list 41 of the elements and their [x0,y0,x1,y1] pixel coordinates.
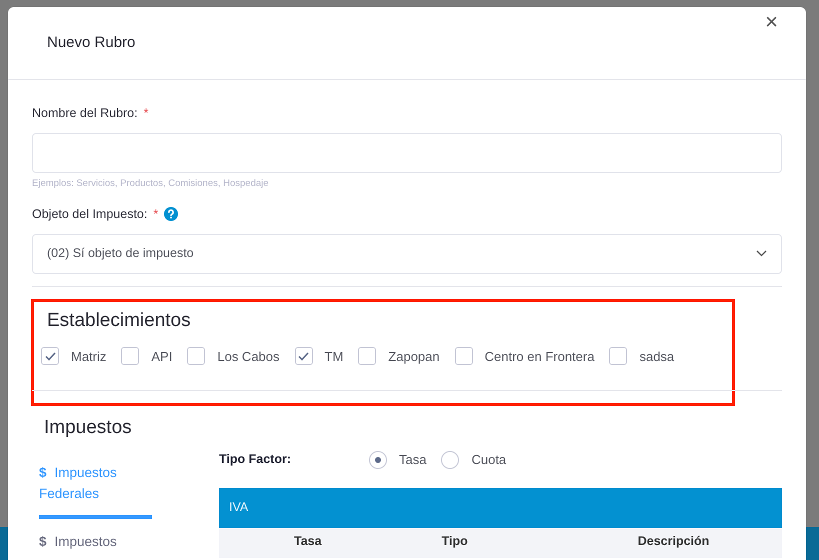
checkbox-label: TM [324,348,344,366]
checkbox[interactable] [187,347,206,366]
column-header: Descripción [638,532,710,550]
field-label: Nombre del Rubro: [32,105,138,122]
checkmark-icon [298,352,310,361]
required-mark: * [144,105,148,122]
checkbox-label: Matriz [71,348,106,366]
checkmark-icon [44,352,56,361]
help-icon[interactable] [164,207,178,222]
chevron-down-icon [756,250,767,258]
modal-title: Nuevo Rubro [47,34,136,52]
checkbox-label: Los Cabos [217,348,280,366]
checkbox[interactable] [121,347,140,366]
radio-label: Cuota [471,450,506,469]
field-label: Objeto del Impuesto: [32,206,148,223]
checkbox[interactable] [358,347,376,366]
dollar-icon: $ [39,464,47,480]
checkbox[interactable] [609,347,628,366]
name-input[interactable] [32,132,782,173]
column-header: Tipo [442,532,468,550]
radio-button[interactable] [441,450,460,469]
section-title: Establecimientos [47,310,192,333]
checkbox[interactable] [41,347,59,366]
radio-button[interactable] [369,450,387,469]
checkbox-label: Centro en Frontera [484,348,594,366]
checkbox-label: API [151,348,172,366]
radio-label: Tasa [399,450,426,469]
table-title-bar: IVA [219,488,782,528]
checkbox[interactable] [454,347,473,366]
checkbox[interactable] [294,347,313,366]
dollar-icon: $ [39,534,47,549]
column-header: Tasa [294,532,322,550]
section-title: Impuestos [44,416,133,440]
required-mark: * [153,206,158,223]
tab[interactable]: $ Impuestos [39,530,152,552]
help-text: Ejemplos: Servicios, Productos, Comisiones, Hospedaje [32,176,270,191]
field-label: Tipo Factor: [219,451,292,468]
close-button[interactable]: × [761,11,782,33]
checkbox-label: Zapopan [388,348,440,366]
tax-object-select[interactable]: (02) Sí objeto de impuesto [32,234,782,274]
checkbox-label: sadsa [639,348,674,366]
